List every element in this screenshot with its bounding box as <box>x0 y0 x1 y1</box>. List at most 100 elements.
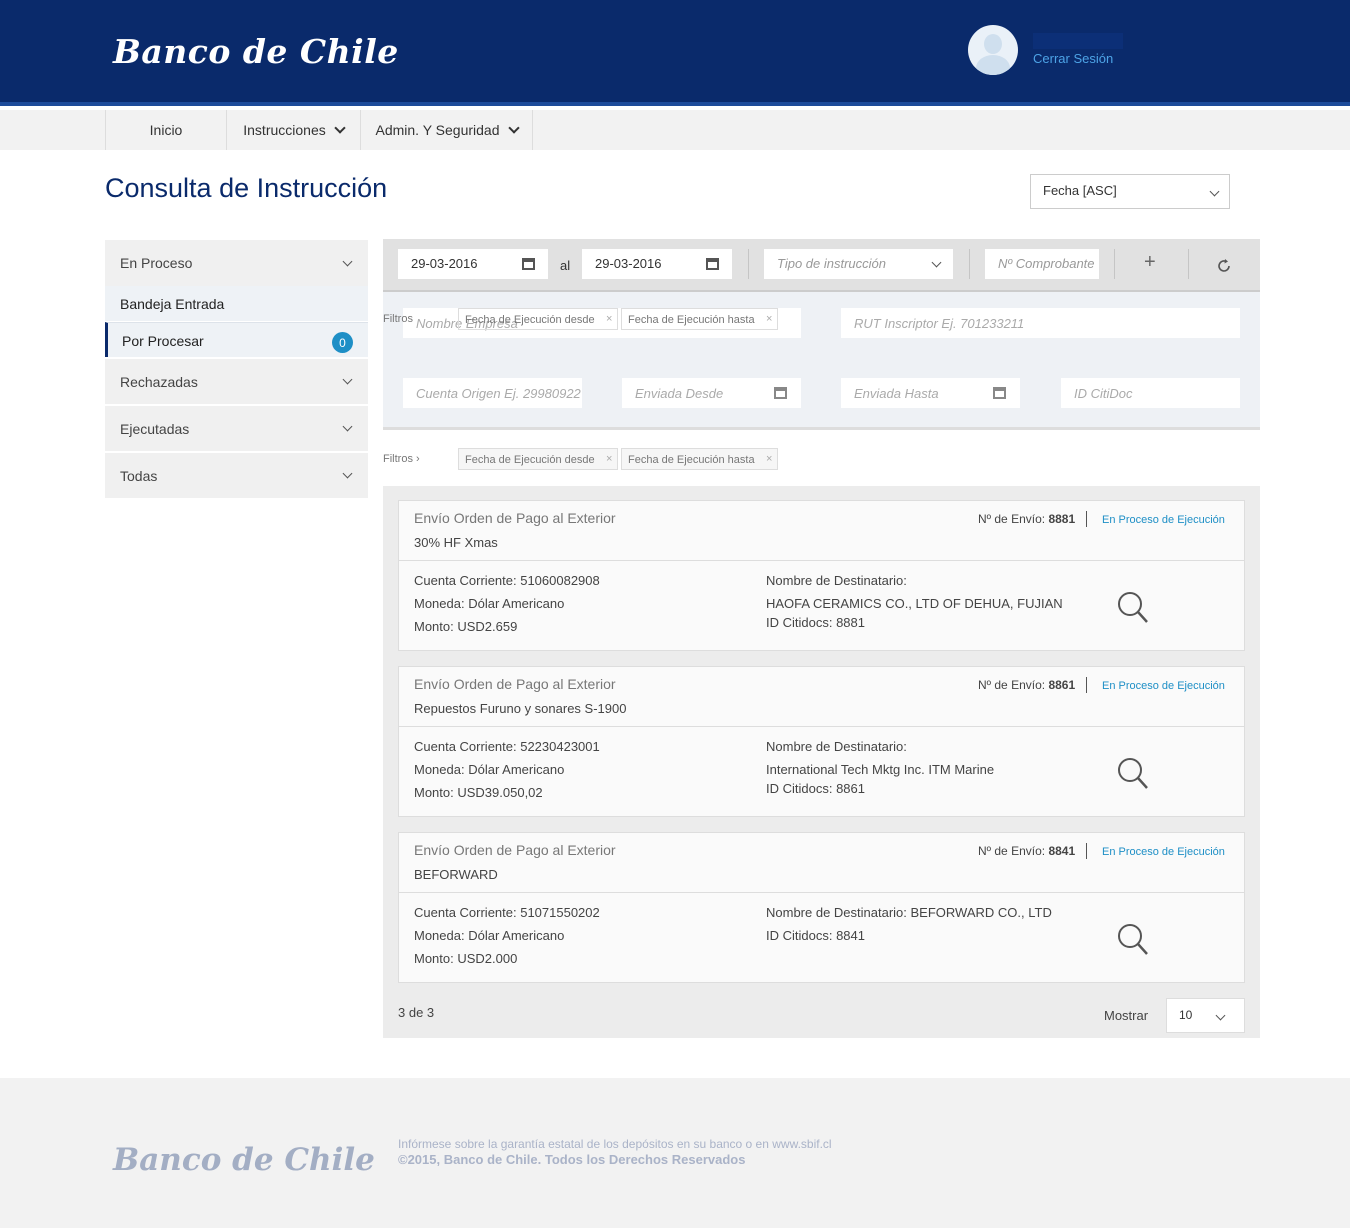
destinatario-label: Nombre de Destinatario: <box>766 573 907 588</box>
card-title: Envío Orden de Pago al Exterior <box>414 510 616 526</box>
moneda: Moneda: Dólar Americano <box>414 596 565 611</box>
add-filter-icon[interactable]: + <box>1144 251 1156 274</box>
sidebar-group-en-proceso[interactable]: En Proceso <box>105 240 368 286</box>
filter-chip[interactable]: Fecha de Ejecución hasta <box>621 308 778 330</box>
chip-remove-icon[interactable]: × <box>606 453 612 465</box>
date-from-input[interactable]: 29-03-2016 <box>398 249 548 279</box>
cuenta-origen-input[interactable]: Cuenta Origen Ej. 29980922 <box>403 378 582 408</box>
filter-chip[interactable]: Fecha de Ejecución desde <box>458 448 618 470</box>
calendar-icon <box>993 387 1006 399</box>
enviada-desde-input[interactable]: Enviada Desde <box>622 378 801 408</box>
calendar-icon <box>522 258 535 270</box>
citidocs-id: ID Citidocs: 8881 <box>766 615 865 630</box>
citidoc-input[interactable]: ID CitiDoc <box>1061 378 1240 408</box>
nav-inicio[interactable]: Inicio <box>105 110 226 150</box>
chevron-right-icon: › <box>412 453 420 465</box>
date-to-input[interactable]: 29-03-2016 <box>582 249 732 279</box>
divider <box>1086 511 1087 527</box>
user-name <box>1033 33 1123 49</box>
sidebar-group-label: Todas <box>120 468 158 484</box>
sidebar-item-por-procesar[interactable]: Por Procesar <box>105 322 368 357</box>
chip-remove-icon[interactable]: × <box>606 313 612 325</box>
chevron-down-icon <box>342 256 353 267</box>
calendar-icon <box>706 258 719 270</box>
date-from-value: 29-03-2016 <box>411 256 478 271</box>
filter-bar: 29-03-2016 al 29-03-2016 Tipo de instruc… <box>383 239 1260 292</box>
rut-placeholder: RUT Inscriptor Ej. 701233211 <box>854 316 1025 331</box>
instruction-card[interactable]: Envío Orden de Pago al Exterior BEFORWAR… <box>398 832 1245 983</box>
destinatario-name: HAOFA CERAMICS CO., LTD OF DEHUA, FUJIAN <box>766 596 1063 611</box>
card-title: Envío Orden de Pago al Exterior <box>414 676 616 692</box>
filter-chip[interactable]: Fecha de Ejecución hasta <box>621 448 778 470</box>
sidebar-group-todas[interactable]: Todas <box>105 453 368 498</box>
moneda: Moneda: Dólar Americano <box>414 762 565 777</box>
divider <box>748 249 749 279</box>
search-detail-icon[interactable] <box>1117 591 1149 625</box>
results-count: 3 de 3 <box>398 1005 435 1020</box>
page-title: Consulta de Instrucción <box>105 173 388 203</box>
status-label: En Proceso de Ejecución <box>1102 846 1225 858</box>
card-title: Envío Orden de Pago al Exterior <box>414 842 616 858</box>
filters-label: Filtros <box>383 313 413 325</box>
filters-label: Filtros › <box>383 453 420 465</box>
tipo-instruccion-select[interactable]: Tipo de instrucción <box>764 249 953 279</box>
per-page-select[interactable]: 10 <box>1166 998 1245 1033</box>
top-header: Banco de Chile Cerrar Sesión <box>0 0 1350 106</box>
citidocs-id: ID Citidocs: 8841 <box>766 928 865 943</box>
calendar-icon <box>774 387 787 399</box>
sidebar-group-label: Rechazadas <box>120 374 198 390</box>
footer-copyright: ©2015, Banco de Chile. Todos los Derecho… <box>398 1152 746 1167</box>
cuenta-placeholder: Cuenta Origen Ej. 29980922 <box>416 386 581 401</box>
status-label: En Proceso de Ejecución <box>1102 514 1225 526</box>
destinatario-label: Nombre de Destinatario: BEFORWARD CO., L… <box>766 905 1052 920</box>
citidocs-id: ID Citidocs: 8861 <box>766 781 865 796</box>
sidebar-group-ejecutadas[interactable]: Ejecutadas <box>105 406 368 451</box>
sidebar-item-bandeja-entrada[interactable]: Bandeja Entrada <box>105 286 368 321</box>
chip-label: Fecha de Ejecución hasta <box>628 314 755 326</box>
divider <box>969 249 970 279</box>
nav-label: Admin. Y Seguridad <box>375 122 500 138</box>
search-detail-icon[interactable] <box>1117 923 1149 957</box>
chip-label: Fecha de Ejecución hasta <box>628 454 755 466</box>
sort-select[interactable]: Fecha [ASC] <box>1030 174 1230 209</box>
sidebar-item-label: Bandeja Entrada <box>120 296 225 312</box>
footer-deposit-info: Infórmese sobre la garantía estatal de l… <box>398 1137 832 1151</box>
enviada-hasta-input[interactable]: Enviada Hasta <box>841 378 1020 408</box>
instruction-card[interactable]: Envío Orden de Pago al Exterior 30% HF X… <box>398 500 1245 651</box>
rut-input[interactable]: RUT Inscriptor Ej. 701233211 <box>841 308 1240 338</box>
user-avatar-icon[interactable] <box>968 25 1018 75</box>
card-subtitle: BEFORWARD <box>414 867 498 882</box>
sidebar-group-label: Ejecutadas <box>120 421 190 437</box>
tipo-placeholder: Tipo de instrucción <box>777 256 886 271</box>
filters-text: Filtros <box>383 453 413 465</box>
count-badge: 0 <box>332 332 353 353</box>
monto: Monto: USD2.000 <box>414 951 518 966</box>
per-page-value: 10 <box>1179 1008 1193 1022</box>
chevron-down-icon <box>342 421 353 432</box>
comprobante-placeholder: Nº Comprobante <box>998 256 1095 271</box>
destinatario-name: International Tech Mktg Inc. ITM Marine <box>766 762 995 777</box>
card-subtitle: Repuestos Furuno y sonares S-1900 <box>414 701 627 716</box>
envio-number: Nº de Envío: 8881 <box>978 512 1076 526</box>
refresh-icon[interactable] <box>1216 258 1232 274</box>
comprobante-input[interactable]: Nº Comprobante <box>985 249 1099 279</box>
logout-link[interactable]: Cerrar Sesión <box>1033 51 1113 66</box>
nav-label: Inicio <box>149 122 183 138</box>
main-nav: Inicio Instrucciones Admin. Y Seguridad <box>0 110 1350 150</box>
chip-remove-icon[interactable]: × <box>766 313 772 325</box>
sidebar-group-label: En Proceso <box>120 255 193 271</box>
chip-remove-icon[interactable]: × <box>766 453 772 465</box>
divider <box>1086 677 1087 693</box>
card-subtitle: 30% HF Xmas <box>414 535 498 550</box>
sidebar-group-rechazadas[interactable]: Rechazadas <box>105 359 368 404</box>
brand-logo[interactable]: Banco de Chile <box>113 32 399 71</box>
search-detail-icon[interactable] <box>1117 757 1149 791</box>
filter-chip[interactable]: Fecha de Ejecución desde <box>458 308 618 330</box>
cuenta-corriente: Cuenta Corriente: 51071550202 <box>414 905 600 920</box>
nav-admin-seguridad[interactable]: Admin. Y Seguridad <box>360 110 533 150</box>
nav-instrucciones[interactable]: Instrucciones <box>226 110 360 150</box>
instruction-card[interactable]: Envío Orden de Pago al Exterior Repuesto… <box>398 666 1245 817</box>
date-to-value: 29-03-2016 <box>595 256 662 271</box>
chevron-down-icon <box>931 257 942 268</box>
chevron-down-icon <box>334 122 346 134</box>
